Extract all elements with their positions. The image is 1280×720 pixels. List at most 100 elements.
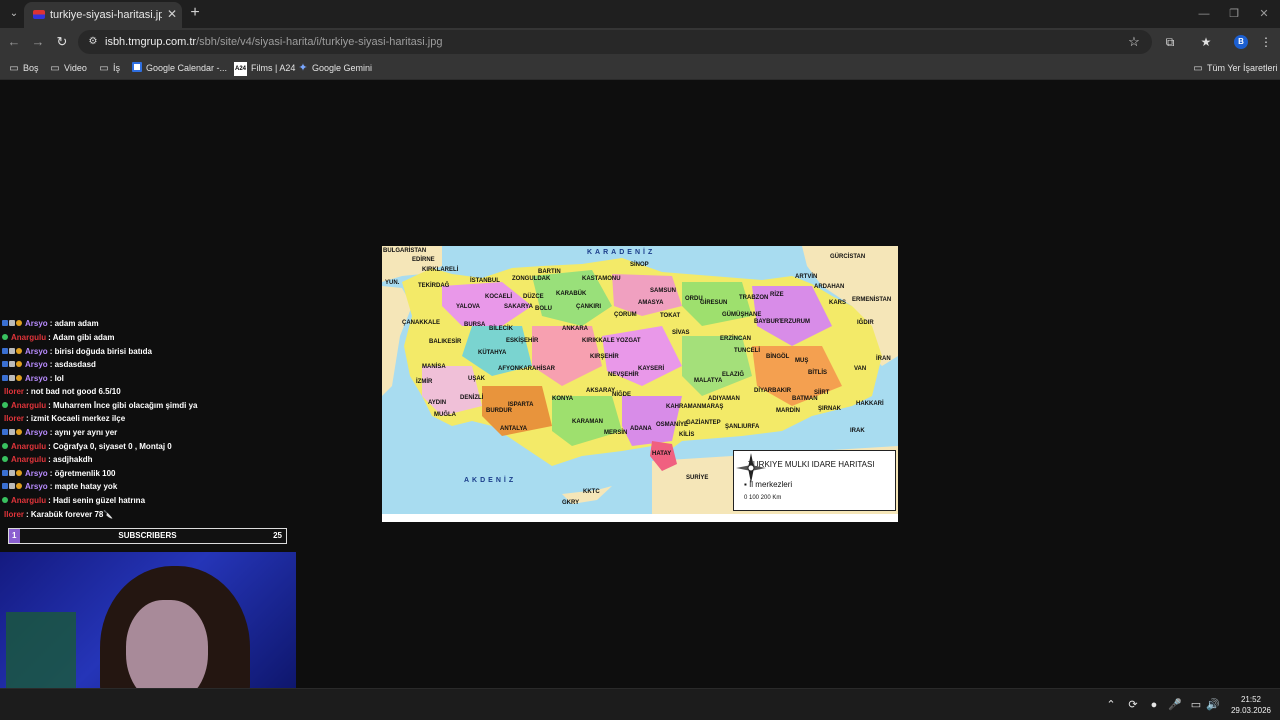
- bits-badge-icon: [16, 361, 22, 367]
- url-text[interactable]: isbh.tmgrup.com.tr/sbh/site/v4/siyasi-ha…: [105, 36, 442, 48]
- province-label: AKSARAY: [586, 388, 616, 394]
- province-label: EDİRNE: [412, 257, 435, 263]
- chat-text: : öğretmenlik 100: [49, 469, 116, 478]
- mod-badge-icon: [2, 361, 8, 367]
- chat-message: Anargulu: asdjhakdh: [2, 453, 93, 466]
- profile-avatar[interactable]: B: [1234, 35, 1248, 49]
- province-label: GÜMÜŞHANE: [722, 312, 762, 318]
- site-info-icon[interactable]: ⚙: [86, 35, 100, 49]
- browser-toolbar: ← → ↻ ⚙ isbh.tmgrup.com.tr/sbh/site/v4/s…: [0, 28, 1280, 56]
- province-label: KIRKLARELİ: [422, 267, 459, 273]
- chat-message: Anargulu: Muharrem İnce gibi olacağım şi…: [2, 399, 197, 412]
- bookmark-folder-video[interactable]: ▭ Video: [50, 61, 87, 75]
- chat-text: : lol: [49, 374, 64, 383]
- mod-badge-icon: [2, 375, 8, 381]
- province-label: KÜTAHYA: [478, 350, 507, 356]
- map-legend: TURKIYE MULKI IDARE HARITASI ▪ İl merkez…: [733, 450, 896, 511]
- chat-text: : asdjhakdh: [48, 455, 93, 464]
- province-label: BİNGÖL: [766, 354, 790, 360]
- province-label: AYDIN: [428, 400, 447, 406]
- bits-badge-icon: [16, 375, 22, 381]
- bits-badge-icon: [16, 470, 22, 476]
- tray-chevron-up-icon[interactable]: ⌃: [1104, 698, 1118, 712]
- microphone-icon[interactable]: 🎤: [1168, 698, 1182, 712]
- province-label: ORDU: [685, 296, 703, 302]
- province-label: TOKAT: [660, 313, 681, 319]
- province-label: ISPARTA: [508, 402, 534, 408]
- extensions-puzzle-icon[interactable]: ⧉: [1162, 34, 1178, 50]
- black-sea-label: KARADENİZ: [587, 249, 656, 256]
- neighbour-label: BULGARİSTAN: [383, 248, 427, 254]
- turkey-political-map-image[interactable]: KARADENİZ AKDENİZ BULGARİSTAN YUN. GÜRCİ…: [382, 246, 898, 522]
- active-tab[interactable]: turkiye-siyasi-haritasi.jpg (774× ✕: [24, 2, 182, 28]
- bookmarks-panel-icon[interactable]: ★: [1198, 34, 1214, 50]
- google-calendar-icon: [132, 62, 142, 72]
- chat-message: Arsyo: mapte hatay yok: [2, 480, 117, 493]
- neighbour-label: İRAN: [876, 356, 891, 362]
- chat-text: : asdasdasd: [49, 360, 96, 369]
- province-label: KIRIKKALE: [582, 338, 615, 344]
- mod-badge-icon: [2, 470, 8, 476]
- bookmark-google-calendar[interactable]: Google Calendar -...: [132, 61, 227, 75]
- mod-badge-icon: [2, 348, 8, 354]
- minimize-icon[interactable]: —: [1196, 6, 1212, 22]
- gemini-icon: ✦: [298, 62, 308, 74]
- all-bookmarks-folder[interactable]: ▭ Tüm Yer İşaretleri: [1193, 61, 1277, 75]
- system-clock[interactable]: 21:52 29.03.2026: [1226, 694, 1276, 716]
- chat-message: Ilorer: not bad not good 6.5/10: [2, 385, 121, 398]
- province-label: KASTAMONU: [582, 276, 621, 282]
- bookmark-star-icon[interactable]: ☆: [1126, 34, 1142, 50]
- folder-icon: ▭: [50, 63, 60, 74]
- province-label: KARS: [829, 300, 847, 306]
- chat-message: Anargulu: Adam gibi adam: [2, 331, 115, 344]
- bookmark-folder-is[interactable]: ▭ İş: [99, 61, 120, 75]
- dot-badge-icon: [2, 402, 8, 408]
- taskbar: ⌃ ⟳ ● 🎤 ▭ 🔊 21:52 29.03.2026: [0, 688, 1280, 720]
- bookmark-a24-films[interactable]: A24 Films | A24: [234, 61, 295, 76]
- mod-badge-icon: [2, 429, 8, 435]
- menu-kebab-icon[interactable]: ⋮: [1258, 34, 1274, 50]
- sub-badge-icon: [9, 375, 15, 381]
- chat-username: Arsyo: [25, 319, 48, 328]
- chat-text: : adam adam: [49, 319, 99, 328]
- address-bar[interactable]: ⚙ isbh.tmgrup.com.tr/sbh/site/v4/siyasi-…: [78, 30, 1152, 54]
- chat-username: Anargulu: [11, 455, 47, 464]
- neighbour-label: SURİYE: [686, 475, 709, 481]
- province-label: ÇANKIRI: [576, 304, 601, 310]
- chat-message: Arsyo: aynı yer aynı yer: [2, 426, 117, 439]
- chat-text: : not bad not good 6.5/10: [26, 387, 121, 396]
- sync-icon[interactable]: ⟳: [1126, 698, 1140, 712]
- forward-arrow-icon[interactable]: →: [30, 34, 46, 50]
- province-label: DENİZLİ: [460, 395, 484, 401]
- tab-close-icon[interactable]: ✕: [165, 7, 179, 21]
- reload-icon[interactable]: ↻: [54, 34, 70, 50]
- chat-text: : izmit Kocaeli merkez ilçe: [26, 414, 126, 423]
- restore-icon[interactable]: ❐: [1226, 6, 1242, 22]
- bits-badge-icon: [16, 483, 22, 489]
- province-label: ESKİŞEHİR: [506, 338, 539, 344]
- province-label: ŞIRNAK: [818, 406, 842, 412]
- province-label: ANKARA: [562, 326, 588, 332]
- bookmark-google-gemini[interactable]: ✦ Google Gemini: [298, 61, 372, 75]
- recording-icon[interactable]: ●: [1147, 698, 1161, 712]
- display-icon[interactable]: ▭: [1189, 698, 1203, 712]
- subscribers-goal-bar: 1 SUBSCRIBERS 25: [8, 528, 287, 544]
- chat-message: Arsyo: öğretmenlik 100: [2, 467, 116, 480]
- stream-chat-overlay: Arsyo: adam adam Anargulu: Adam gibi adam…: [0, 304, 300, 520]
- window-close-icon[interactable]: ✕: [1256, 6, 1272, 22]
- province-label: YALOVA: [456, 304, 481, 310]
- province-label: ZONGULDAK: [512, 276, 551, 282]
- tab-search-chevron-icon[interactable]: ⌄: [6, 6, 22, 22]
- province-label: RİZE: [770, 292, 784, 298]
- province-label: DİYARBAKIR: [754, 388, 792, 394]
- province-label: AMASYA: [638, 300, 664, 306]
- chat-message: Anargulu: Hadi senin güzel hatrına: [2, 494, 145, 507]
- bookmark-folder-bos[interactable]: ▭ Boş: [9, 61, 38, 75]
- tab-strip: ⌄ turkiye-siyasi-haritasi.jpg (774× ✕ + …: [0, 0, 1280, 28]
- volume-icon[interactable]: 🔊: [1206, 698, 1220, 712]
- new-tab-plus-icon[interactable]: +: [188, 5, 202, 21]
- province-label: SAMSUN: [650, 288, 677, 294]
- province-label: GAZİANTEP: [686, 420, 721, 426]
- chat-text: : mapte hatay yok: [49, 482, 118, 491]
- back-arrow-icon[interactable]: ←: [6, 34, 22, 50]
